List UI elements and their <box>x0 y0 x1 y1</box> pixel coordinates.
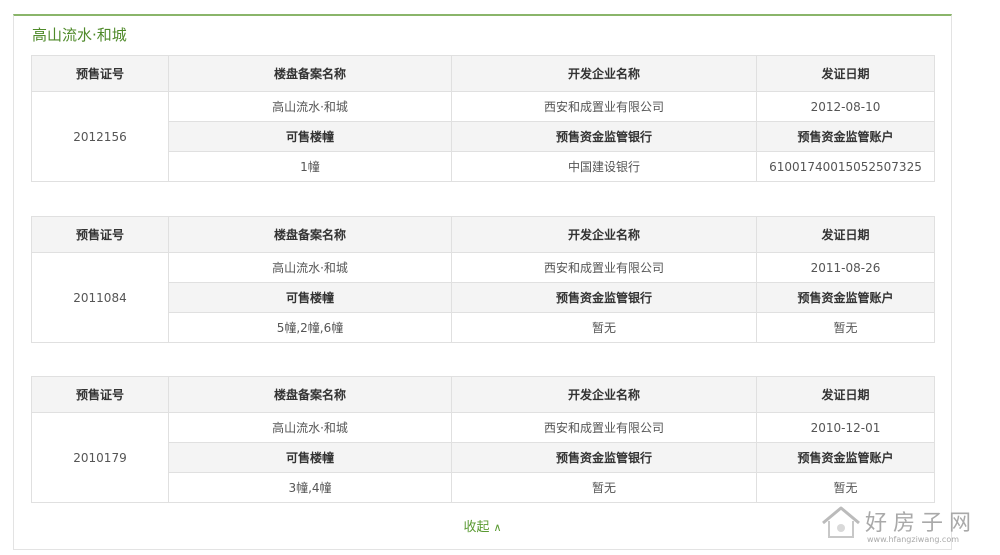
developer-name: 西安和成置业有限公司 <box>451 412 757 443</box>
permit-table: 预售证号 楼盘备案名称 开发企业名称 发证日期 2012156 高山流水·和城 … <box>31 55 935 182</box>
permit-table: 预售证号 楼盘备案名称 开发企业名称 发证日期 2010179 高山流水·和城 … <box>31 376 935 503</box>
header-account: 预售资金监管账户 <box>756 121 935 152</box>
header-issue-date: 发证日期 <box>756 216 935 253</box>
header-buildings: 可售楼幢 <box>168 442 452 473</box>
developer-name: 西安和成置业有限公司 <box>451 91 757 122</box>
permit-no: 2012156 <box>31 91 169 182</box>
header-developer: 开发企业名称 <box>451 55 757 92</box>
house-logo-icon <box>822 506 860 538</box>
header-bank: 预售资金监管银行 <box>451 282 757 313</box>
header-bank: 预售资金监管银行 <box>451 121 757 152</box>
header-buildings: 可售楼幢 <box>168 121 452 152</box>
watermark-text: 好房子网 <box>865 511 978 536</box>
permit-no: 2011084 <box>31 252 169 343</box>
project-name: 高山流水·和城 <box>168 252 452 283</box>
issue-date: 2012-08-10 <box>756 91 935 122</box>
permit-table: 预售证号 楼盘备案名称 开发企业名称 发证日期 2011084 高山流水·和城 … <box>31 216 935 343</box>
header-account: 预售资金监管账户 <box>756 442 935 473</box>
header-bank: 预售资金监管银行 <box>451 442 757 473</box>
project-name: 高山流水·和城 <box>168 412 452 443</box>
watermark-url: www.hfangziwang.com <box>867 535 960 544</box>
header-project-name: 楼盘备案名称 <box>168 376 452 413</box>
supervising-bank: 暂无 <box>451 312 757 343</box>
header-developer: 开发企业名称 <box>451 216 757 253</box>
supervision-account: 暂无 <box>756 312 935 343</box>
collapse-label: 收起 <box>463 520 490 535</box>
header-permit-no: 预售证号 <box>31 216 169 253</box>
developer-name: 西安和成置业有限公司 <box>451 252 757 283</box>
permit-no: 2010179 <box>31 412 169 503</box>
supervising-bank: 中国建设银行 <box>451 151 757 182</box>
header-project-name: 楼盘备案名称 <box>168 216 452 253</box>
header-project-name: 楼盘备案名称 <box>168 55 452 92</box>
issue-date: 2011-08-26 <box>756 252 935 283</box>
header-developer: 开发企业名称 <box>451 376 757 413</box>
header-account: 预售资金监管账户 <box>756 282 935 313</box>
collapse-button[interactable]: 收起 ∧ <box>14 516 951 535</box>
buildings: 1幢 <box>168 151 452 182</box>
issue-date: 2010-12-01 <box>756 412 935 443</box>
supervision-account: 暂无 <box>756 472 935 503</box>
supervision-account: 61001740015052507325 <box>756 151 935 182</box>
presale-permit-panel: 高山流水·和城 预售证号 楼盘备案名称 开发企业名称 发证日期 2012156 … <box>13 14 952 550</box>
supervising-bank: 暂无 <box>451 472 757 503</box>
watermark: 好房子网 www.hfangziwang.com <box>817 501 992 549</box>
chevron-up-icon: ∧ <box>493 521 502 534</box>
header-buildings: 可售楼幢 <box>168 282 452 313</box>
header-issue-date: 发证日期 <box>756 55 935 92</box>
buildings: 5幢,2幢,6幢 <box>168 312 452 343</box>
project-name: 高山流水·和城 <box>168 91 452 122</box>
header-issue-date: 发证日期 <box>756 376 935 413</box>
header-permit-no: 预售证号 <box>31 55 169 92</box>
project-title: 高山流水·和城 <box>32 26 127 44</box>
buildings: 3幢,4幢 <box>168 472 452 503</box>
header-permit-no: 预售证号 <box>31 376 169 413</box>
